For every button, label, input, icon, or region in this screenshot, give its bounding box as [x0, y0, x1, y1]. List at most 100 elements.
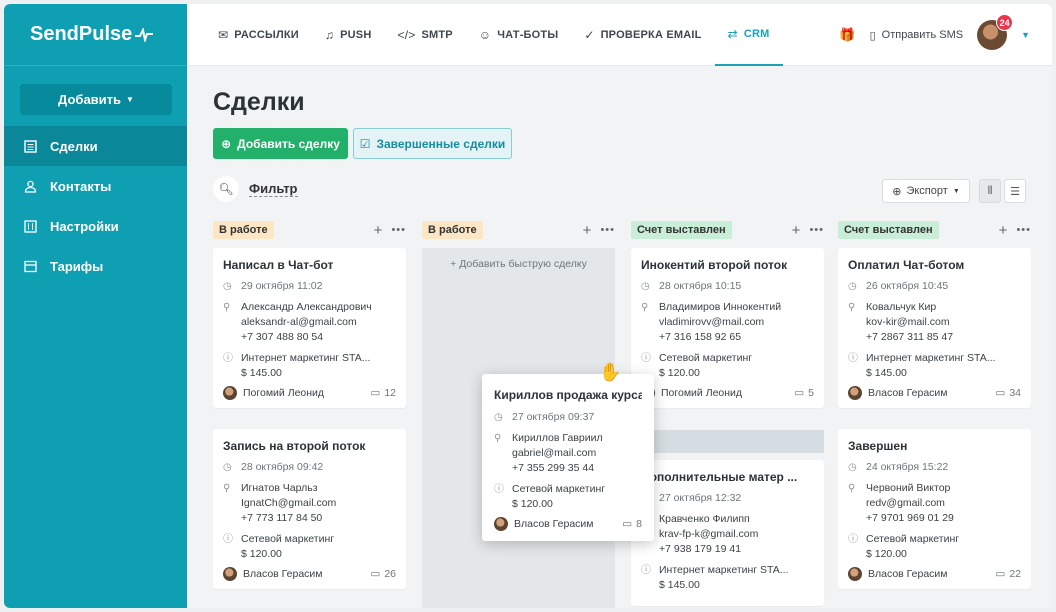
info-icon: ⓘ: [848, 534, 858, 545]
search-icon: 🔍︎: [213, 176, 239, 202]
more-icon[interactable]: •••: [391, 224, 406, 236]
person-icon: ⚲: [494, 433, 502, 444]
contact-name: Кравченко Филипп: [659, 513, 750, 525]
filter[interactable]: 🔍︎ Фильтр: [213, 176, 298, 202]
deal-card[interactable]: Завершен ◷ 24 октября 15:22 ⚲ Червоний Вик…: [838, 429, 1031, 589]
comment-icon: ▭: [370, 568, 381, 580]
person-icon: ⚲: [223, 302, 231, 313]
settings-icon: [24, 219, 37, 233]
product-name: Сетевой маркетинг: [512, 483, 606, 495]
export-dropdown[interactable]: ⊕ Экспорт ▼: [882, 179, 970, 203]
more-icon[interactable]: •••: [600, 224, 615, 236]
add-deal-button[interactable]: ⊕ Добавить сделку: [213, 128, 348, 159]
tab-email-verification[interactable]: ✓ ПРОВЕРКА EMAIL: [571, 4, 714, 66]
deal-card[interactable]: Написал в Чат-бот ◷ 29 октября 11:02 ⚲ Але…: [213, 248, 406, 408]
sidebar: SendPulse Добавить ▼ Сделки Контакты Нас…: [4, 4, 187, 608]
clock-icon: ◷: [848, 281, 857, 292]
envelope-icon: ✉: [218, 27, 229, 42]
gift-icon[interactable]: 🎁: [839, 27, 855, 43]
sidebar-item-contacts[interactable]: Контакты: [4, 166, 187, 206]
contact-phone: +7 316 158 92 65: [659, 331, 742, 343]
completed-deals-label: Завершенные сделки: [376, 136, 506, 151]
tab-label: ПРОВЕРКА EMAIL: [600, 28, 702, 41]
list-view-icon[interactable]: ☰: [1004, 179, 1026, 203]
clock-icon: ◷: [641, 281, 650, 292]
sidebar-item-tariffs[interactable]: Тарифы: [4, 246, 187, 286]
contact-name: Кириллов Гавриил: [512, 432, 603, 444]
sidebar-item-label: Тарифы: [50, 258, 104, 274]
contact-name: Владимиров Иннокентий: [659, 301, 782, 313]
comment-count: 12: [384, 387, 396, 399]
tab-push[interactable]: ♫ PUSH: [312, 4, 385, 66]
plus-icon[interactable]: +: [374, 222, 383, 239]
contact-phone: +7 2867 311 85 47: [866, 331, 954, 343]
avatar: [848, 567, 862, 581]
plus-icon[interactable]: +: [792, 222, 801, 239]
deal-card[interactable]: Инокентий второй поток ◷ 28 октября 10:15…: [631, 248, 824, 408]
person-icon: ⚲: [848, 483, 856, 494]
chat-bot-icon: ☺: [478, 27, 492, 42]
more-icon[interactable]: •••: [1016, 224, 1031, 236]
stage-badge: В работе: [422, 221, 483, 239]
deal-title: Завершен: [848, 439, 908, 453]
stage-badge: Счет выставлен: [838, 221, 939, 239]
logo[interactable]: SendPulse: [4, 4, 187, 66]
notification-badge: 24: [996, 14, 1014, 31]
kanban-view-icon[interactable]: ⫴: [979, 179, 1001, 203]
info-icon: ⓘ: [223, 353, 233, 364]
plus-icon[interactable]: +: [999, 222, 1008, 239]
sidebar-add-button[interactable]: Добавить ▼: [20, 84, 172, 115]
contact-email: gabriel@mail.com: [512, 447, 597, 459]
deal-card[interactable]: Оплатил Чат-ботом ◷ 26 октября 10:45 ⚲ Ков…: [838, 248, 1031, 408]
app-window: SendPulse Добавить ▼ Сделки Контакты Нас…: [4, 4, 1052, 608]
contact-email: vladimirovv@mail.com: [659, 316, 765, 328]
contact-name: Александр Александрович: [241, 301, 372, 313]
comment-count: 5: [808, 387, 814, 399]
sidebar-item-settings[interactable]: Настройки: [4, 206, 187, 246]
tab-crm[interactable]: ⇄ CRM: [714, 4, 783, 66]
more-icon[interactable]: •••: [809, 224, 824, 236]
sidebar-add-label: Добавить: [58, 92, 122, 107]
clock-icon: ◷: [223, 281, 232, 292]
clock-icon: ◷: [494, 412, 503, 423]
logo-text: SendPulse: [30, 23, 133, 45]
tab-label: SMTP: [421, 28, 453, 41]
export-label: Экспорт: [906, 185, 948, 197]
tab-smtp[interactable]: </> SMTP: [384, 4, 465, 66]
deal-price: $ 120.00: [512, 498, 553, 510]
clock-icon: ◷: [848, 462, 857, 473]
filter-label: Фильтр: [249, 181, 298, 197]
deal-price: $ 145.00: [659, 579, 700, 591]
deal-price: $ 120.00: [241, 548, 282, 560]
page-title: Сделки: [213, 88, 305, 116]
comment-icon: ▭: [622, 518, 633, 530]
comment-icon: ▭: [995, 387, 1006, 399]
column-in-progress-1: В работе + ••• Написал в Чат-бот ◷ 29 октя…: [213, 220, 406, 608]
sidebar-item-deals[interactable]: Сделки: [4, 126, 187, 166]
dragged-deal-card[interactable]: ✋ Кириллов продажа курса ◷ 27 октября 09:…: [482, 362, 654, 541]
bell-icon: ♫: [324, 27, 335, 42]
check-circle-icon: ✓: [584, 27, 595, 42]
contact-phone: +7 355 299 35 44: [512, 462, 595, 474]
comment-count: 8: [636, 518, 642, 530]
completed-deals-button[interactable]: ☑ Завершенные сделки: [353, 128, 512, 159]
deal-card[interactable]: Дополнительные матер ... ◷27 октября 12:…: [631, 460, 824, 606]
send-sms-link[interactable]: ▯ Отправить SMS: [870, 29, 964, 42]
comment-count: 34: [1009, 387, 1021, 399]
info-icon: ⓘ: [848, 353, 858, 364]
tab-label: CRM: [743, 27, 770, 40]
clock-icon: ◷: [223, 462, 232, 473]
product-name: Сетевой маркетинг: [241, 533, 335, 545]
send-sms-label: Отправить SMS: [881, 29, 964, 41]
contact-name: Червоний Виктор: [866, 482, 951, 494]
plus-icon[interactable]: +: [583, 222, 592, 239]
comment-icon: ▭: [370, 387, 381, 399]
deal-date: 28 октября 10:15: [659, 280, 742, 292]
product-name: Сетевой маркетинг: [866, 533, 960, 545]
deal-card[interactable]: Запись на второй поток ◷ 28 октября 09:42…: [213, 429, 406, 589]
quick-add-label: Добавить быструю сделку: [459, 258, 587, 270]
user-menu[interactable]: 24: [977, 14, 1014, 50]
chevron-down-icon[interactable]: ▼: [1021, 30, 1030, 40]
tab-mailings[interactable]: ✉ РАССЫЛКИ: [205, 4, 312, 66]
tab-chatbots[interactable]: ☺ ЧАТ-БОТЫ: [466, 4, 572, 66]
